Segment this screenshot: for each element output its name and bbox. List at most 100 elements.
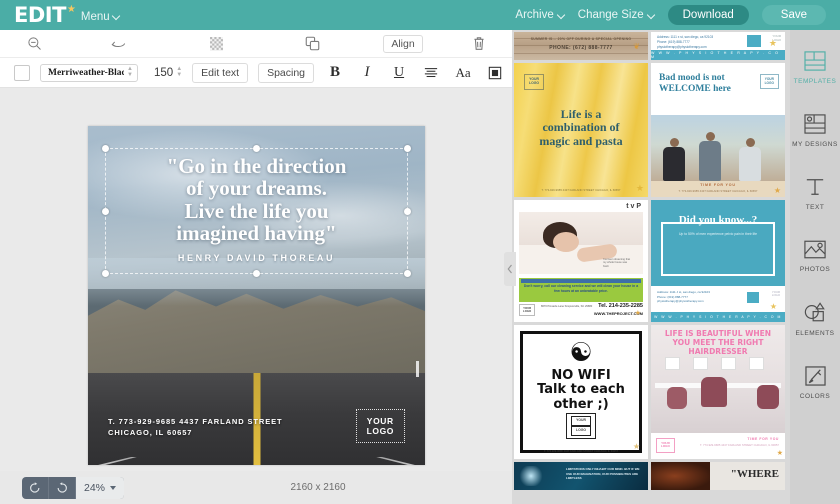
align-button[interactable]: Align	[360, 34, 446, 53]
resize-handle-bottom-left[interactable]	[102, 270, 109, 277]
zoom-out-icon[interactable]	[0, 36, 68, 51]
template-photo	[651, 115, 785, 181]
font-size-stepper[interactable]: 150 ▲ ▼	[154, 66, 182, 79]
template-subtitle: Up to 50% of men experience pelvic pain …	[678, 232, 758, 236]
template-headline: Bad mood is not WELCOME here	[659, 73, 731, 94]
template-headline: "WHERE	[730, 468, 779, 480]
font-family-value: Merriweather-Black	[48, 67, 125, 78]
app-logo[interactable]: EDIT ★	[14, 2, 76, 27]
logo-line2: LOGO	[529, 80, 539, 85]
top-bar-actions: Archive Change Size Download Save	[515, 5, 826, 25]
template-headline: Did you know...?	[678, 214, 758, 226]
selected-text-object[interactable]: "Go in the direction of your dreams. Liv…	[102, 145, 411, 277]
template-card[interactable]: t v P I've been dreaming that my whole h…	[514, 200, 648, 322]
quote-line: imagined having"	[176, 220, 337, 245]
edit-text-button[interactable]: Edit text	[192, 62, 249, 83]
template-card[interactable]: Did you know...? Up to 50% of men experi…	[651, 200, 785, 322]
flip-icon[interactable]	[68, 36, 168, 51]
resize-handle-middle-right[interactable]	[404, 207, 411, 215]
poster-logo-line2: LOGO	[366, 425, 394, 436]
design-canvas[interactable]: "Go in the direction of your dreams. Liv…	[88, 126, 425, 465]
align-icon[interactable]	[420, 62, 442, 84]
headline-line: LIFE IS BEAUTIFUL WHEN	[664, 329, 772, 338]
poster-contact-text[interactable]: T. 773-929-9685 4437 FARLAND STREET CHIC…	[108, 416, 298, 439]
resize-handle-top-right[interactable]	[404, 145, 411, 152]
text-case-button[interactable]: Aa	[452, 62, 474, 84]
template-card[interactable]: Bad mood is not WELCOME here YOUR LOGO T…	[651, 63, 785, 197]
redo-icon[interactable]	[49, 476, 76, 499]
text-color-swatch[interactable]	[14, 64, 30, 81]
font-size-value: 150	[154, 66, 174, 79]
resize-handle-bottom-center[interactable]	[253, 270, 260, 277]
resize-handle-top-left[interactable]	[102, 145, 109, 152]
top-bar: EDIT ★ Menu Archive Change Size Download…	[0, 0, 840, 30]
photo-figure	[699, 132, 721, 181]
quote-line: Live the life you	[184, 198, 329, 223]
resize-handle-middle-left[interactable]	[102, 207, 109, 215]
poster-logo-line1: YOUR	[366, 415, 394, 426]
template-address: Address: 1111 x st, san diego, ca 92103 …	[657, 35, 714, 49]
template-card[interactable]: LIMITATIONS ONLY INHABIT OUR MIND. BUT I…	[514, 462, 648, 490]
template-footer: T. 773-929-9685 4437 FARLAND STREET CHIC…	[541, 188, 621, 192]
quote-text: "Go in the direction of your dreams. Liv…	[108, 155, 405, 244]
shadow-icon[interactable]	[484, 62, 506, 84]
photo-figure	[663, 138, 685, 181]
chevron-down-icon	[648, 12, 655, 19]
elements-icon	[804, 302, 826, 326]
star-icon: ★	[773, 186, 781, 195]
callout-text: Don't worry, call our cleaning service a…	[523, 284, 639, 293]
headline-line: NO WIFI	[551, 368, 611, 383]
sidebar-item-elements[interactable]: ELEMENTS	[790, 288, 840, 351]
collapse-panel-icon[interactable]	[504, 252, 516, 286]
poster-logo-placeholder[interactable]: YOUR LOGO	[355, 408, 405, 443]
headline-line: magic and pasta	[539, 133, 623, 148]
template-card[interactable]: SUMMER IS... 20% OFF DURING A SPECIAL OP…	[514, 32, 648, 60]
zoom-level-value: 24%	[84, 481, 106, 494]
resize-handle-bottom-right[interactable]	[404, 270, 411, 277]
templates-panel[interactable]: SUMMER IS... 20% OFF DURING A SPECIAL OP…	[512, 30, 790, 504]
wifi-icon: ☯	[569, 337, 593, 367]
app-logo-text: EDIT	[14, 2, 66, 27]
sidebar-item-photos[interactable]: PHOTOS	[790, 225, 840, 288]
duplicate-icon[interactable]	[264, 36, 360, 51]
italic-button[interactable]: I	[356, 62, 378, 84]
template-card[interactable]: Address: 1111 x st, san diego, ca 92103 …	[651, 32, 785, 60]
sidebar-item-my-designs[interactable]: MY DESIGNS	[790, 99, 840, 162]
footer-title: TIME FOR YOU	[700, 183, 736, 187]
template-card[interactable]: YOUR LOGO Life is a combination of magic…	[514, 63, 648, 197]
sidebar-item-templates[interactable]: TEMPLATES	[790, 36, 840, 99]
template-logo: YOUR LOGO	[759, 74, 779, 90]
bold-button[interactable]: B	[324, 62, 346, 84]
save-button[interactable]: Save	[761, 5, 826, 25]
resize-handle-top-center[interactable]	[253, 145, 260, 152]
change-size-menu[interactable]: Change Size	[578, 9, 655, 21]
template-logo: YOUR LOGO	[514, 413, 648, 439]
template-card[interactable]: LIFE IS BEAUTIFUL WHEN YOU MEET THE RIGH…	[651, 325, 785, 459]
footer-address: 8670 Pinnacle Lane Simpsonville, SC 2968…	[541, 305, 593, 308]
logo-line2: LOGO	[764, 80, 774, 85]
clinic-logo-icon	[747, 35, 761, 47]
download-button[interactable]: Download	[667, 5, 749, 25]
font-family-select[interactable]: Merriweather-Black ▲ ▼	[40, 63, 138, 82]
transparency-icon[interactable]	[168, 36, 264, 51]
menu-button[interactable]: Menu	[81, 11, 120, 23]
zoom-level-select[interactable]: 24%	[76, 476, 125, 499]
undo-icon[interactable]	[22, 476, 49, 499]
photo-figures	[651, 115, 785, 181]
sidebar-item-text[interactable]: TEXT	[790, 162, 840, 225]
archive-menu[interactable]: Archive	[515, 9, 564, 21]
sidebar-item-colors[interactable]: COLORS	[790, 351, 840, 414]
text-toolbar: Merriweather-Black ▲ ▼ 150 ▲ ▼ Edit text S…	[0, 58, 534, 88]
road-edge-left	[98, 456, 138, 465]
headline-line: WELCOME here	[659, 83, 731, 94]
template-footer: TIME FOR YOU T. 773-929-9685 4437 FARLAN…	[651, 181, 785, 197]
template-card[interactable]: ☯ NO WIFI Talk to each other ;) YOUR LOG…	[514, 325, 648, 459]
template-photo	[651, 462, 710, 490]
template-card[interactable]: "WHERE	[651, 462, 785, 490]
underline-button[interactable]: U	[388, 62, 410, 84]
quote-author: HENRY DAVID THOREAU	[177, 253, 336, 263]
template-logo: YOUR LOGO	[519, 304, 536, 317]
headline-line: other ;)	[553, 396, 609, 412]
spacing-button[interactable]: Spacing	[258, 62, 315, 83]
delete-button[interactable]	[446, 36, 512, 51]
